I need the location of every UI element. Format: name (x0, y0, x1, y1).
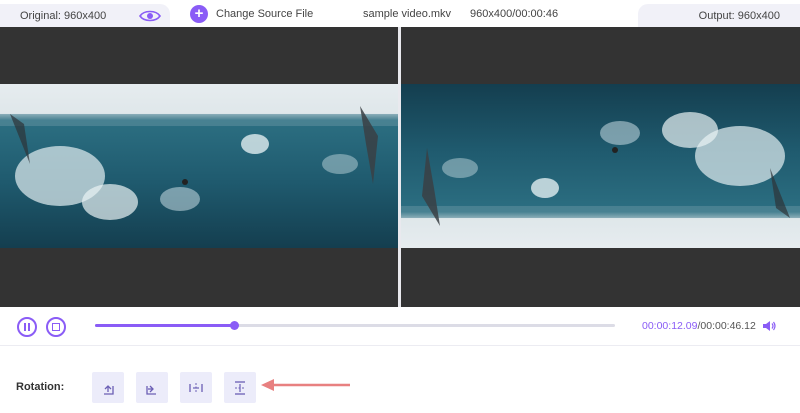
output-resolution-label: Output: 960x400 (698, 10, 780, 22)
flip-horizontal-button[interactable] (180, 372, 212, 403)
original-video-frame (0, 84, 398, 248)
progress-handle[interactable] (230, 321, 240, 330)
rotate-right-icon (146, 385, 156, 395)
change-source-label[interactable]: Change Source File (216, 8, 313, 20)
playback-controls: 00:00:12.09/00:00:46.12 (0, 307, 800, 347)
rotate-left-icon (104, 385, 114, 395)
pause-icon[interactable] (17, 317, 37, 337)
rotate-right-button[interactable] (136, 372, 168, 403)
total-time: 00:00:46.12 (700, 320, 756, 332)
rotation-label: Rotation: (16, 381, 65, 393)
progress-fill (95, 324, 235, 327)
output-preview (401, 27, 800, 307)
output-tab: Output: 960x400 (638, 4, 800, 28)
rotate-left-button[interactable] (92, 372, 124, 403)
original-preview (0, 27, 398, 307)
stop-icon[interactable] (46, 317, 66, 337)
red-arrow-pointing-left (261, 379, 350, 391)
original-resolution-label: Original: 960x400 (20, 10, 107, 22)
speaker-icon[interactable] (762, 320, 776, 332)
flip-horizontal-icon (189, 383, 203, 393)
top-bar: Original: 960x400 + Change Source File s… (0, 0, 800, 28)
plus-circle-icon[interactable]: + (190, 5, 208, 23)
progress-track[interactable] (95, 321, 615, 330)
time-display: 00:00:12.09/00:00:46.12 (642, 320, 756, 332)
file-name: sample video.mkv (363, 8, 452, 20)
flip-vertical-icon (235, 381, 245, 395)
section-divider (0, 345, 800, 346)
output-video-frame (401, 84, 800, 248)
file-info: 960x400/00:00:46 (470, 8, 559, 20)
current-time: 00:00:12.09 (642, 320, 698, 332)
flip-vertical-button[interactable] (224, 372, 256, 403)
eye-icon[interactable] (139, 9, 161, 23)
original-tab: Original: 960x400 (0, 4, 170, 28)
